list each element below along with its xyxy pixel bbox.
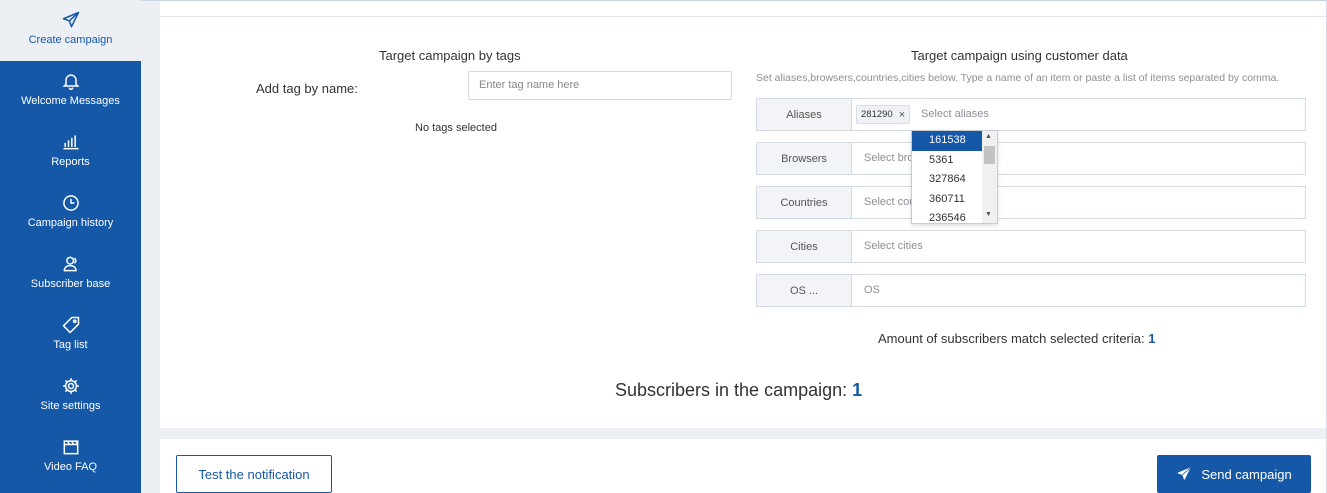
top-panel-strip xyxy=(160,1,1327,17)
countries-input[interactable]: Select cou xyxy=(864,187,915,218)
sidebar-item-label: Tag list xyxy=(53,339,88,351)
match-count-label: Amount of subscribers match selected cri… xyxy=(878,331,1145,346)
dropdown-option[interactable]: 236546 xyxy=(912,209,984,223)
action-footer xyxy=(160,439,1327,493)
clock-icon xyxy=(60,192,82,214)
browsers-row: Browsers Select bro xyxy=(756,142,1306,175)
aliases-dropdown: 161538 5361 327864 360711 236546 ▲ ▼ xyxy=(911,130,998,224)
dropdown-scrollbar[interactable]: ▲ ▼ xyxy=(982,131,997,223)
os-row: OS ... OS xyxy=(756,274,1306,307)
sidebar-item-label: Create campaign xyxy=(28,34,113,46)
cities-row: Cities Select cities xyxy=(756,230,1306,263)
aliases-input[interactable]: Select aliases xyxy=(921,99,989,130)
users-icon xyxy=(60,253,82,275)
countries-label: Countries xyxy=(757,187,852,218)
sidebar-item-welcome-messages[interactable]: Welcome Messages xyxy=(0,61,141,122)
match-count-value: 1 xyxy=(1148,331,1156,346)
sidebar-item-label: Site settings xyxy=(40,400,101,412)
dropdown-option[interactable]: 5361 xyxy=(912,151,984,171)
paper-plane-icon xyxy=(60,9,82,31)
remove-chip-icon[interactable]: × xyxy=(899,109,905,121)
browsers-label: Browsers xyxy=(757,143,852,174)
scroll-up-icon[interactable]: ▲ xyxy=(985,133,992,140)
sidebar-item-reports[interactable]: Reports xyxy=(0,122,141,183)
sidebar: Create campaign Welcome Messages Reports… xyxy=(0,0,141,493)
sidebar-item-label: Welcome Messages xyxy=(21,95,120,107)
bell-icon xyxy=(60,70,82,92)
aliases-label: Aliases xyxy=(757,99,852,130)
customer-section-title: Target campaign using customer data xyxy=(911,48,1128,63)
add-tag-label: Add tag by name: xyxy=(256,81,358,96)
dropdown-option[interactable]: 161538 xyxy=(912,131,984,151)
subscribers-total-label: Subscribers in the campaign: xyxy=(615,380,848,400)
sidebar-item-create-campaign[interactable]: Create campaign xyxy=(0,0,141,61)
send-campaign-button[interactable]: Send campaign xyxy=(1157,455,1311,493)
no-tags-message: No tags selected xyxy=(415,122,497,134)
paper-plane-icon xyxy=(1176,466,1192,482)
subscribers-total: Subscribers in the campaign: 1 xyxy=(615,380,862,401)
tags-section-title: Target campaign by tags xyxy=(379,48,521,63)
scroll-down-icon[interactable]: ▼ xyxy=(985,211,992,218)
aliases-row: Aliases 281290 × Select aliases xyxy=(756,98,1306,131)
tag-name-input[interactable]: Enter tag name here xyxy=(468,71,732,100)
scroll-thumb[interactable] xyxy=(984,146,995,164)
sidebar-item-subscriber-base[interactable]: Subscriber base xyxy=(0,244,141,305)
alias-chip-value: 281290 xyxy=(861,109,893,120)
browsers-input[interactable]: Select bro xyxy=(864,143,914,174)
test-notification-button[interactable]: Test the notification xyxy=(176,455,332,493)
dropdown-option[interactable]: 360711 xyxy=(912,190,984,210)
sidebar-item-label: Subscriber base xyxy=(30,278,111,290)
gear-icon xyxy=(60,375,82,397)
sidebar-item-label: Campaign history xyxy=(27,217,114,229)
tag-icon xyxy=(60,314,82,336)
clapperboard-icon xyxy=(60,436,82,458)
sidebar-item-campaign-history[interactable]: Campaign history xyxy=(0,183,141,244)
countries-row: Countries Select cou xyxy=(756,186,1306,219)
sidebar-item-site-settings[interactable]: Site settings xyxy=(0,366,141,427)
send-campaign-label: Send campaign xyxy=(1201,466,1292,482)
cities-label: Cities xyxy=(757,231,852,262)
match-count: Amount of subscribers match selected cri… xyxy=(878,331,1155,346)
subscribers-total-value: 1 xyxy=(852,380,863,400)
cities-input[interactable]: Select cities xyxy=(864,231,923,262)
dropdown-option[interactable]: 327864 xyxy=(912,170,984,190)
alias-chip: 281290 × xyxy=(856,105,911,124)
os-input[interactable]: OS xyxy=(864,275,880,306)
customer-section-hint: Set aliases,browsers,countries,cities be… xyxy=(756,72,1280,84)
bar-chart-icon xyxy=(60,131,82,153)
sidebar-item-tag-list[interactable]: Tag list xyxy=(0,305,141,366)
os-label: OS ... xyxy=(757,275,852,306)
sidebar-item-label: Reports xyxy=(51,156,90,168)
sidebar-item-label: Video FAQ xyxy=(44,461,97,473)
sidebar-item-video-faq[interactable]: Video FAQ xyxy=(0,427,141,488)
